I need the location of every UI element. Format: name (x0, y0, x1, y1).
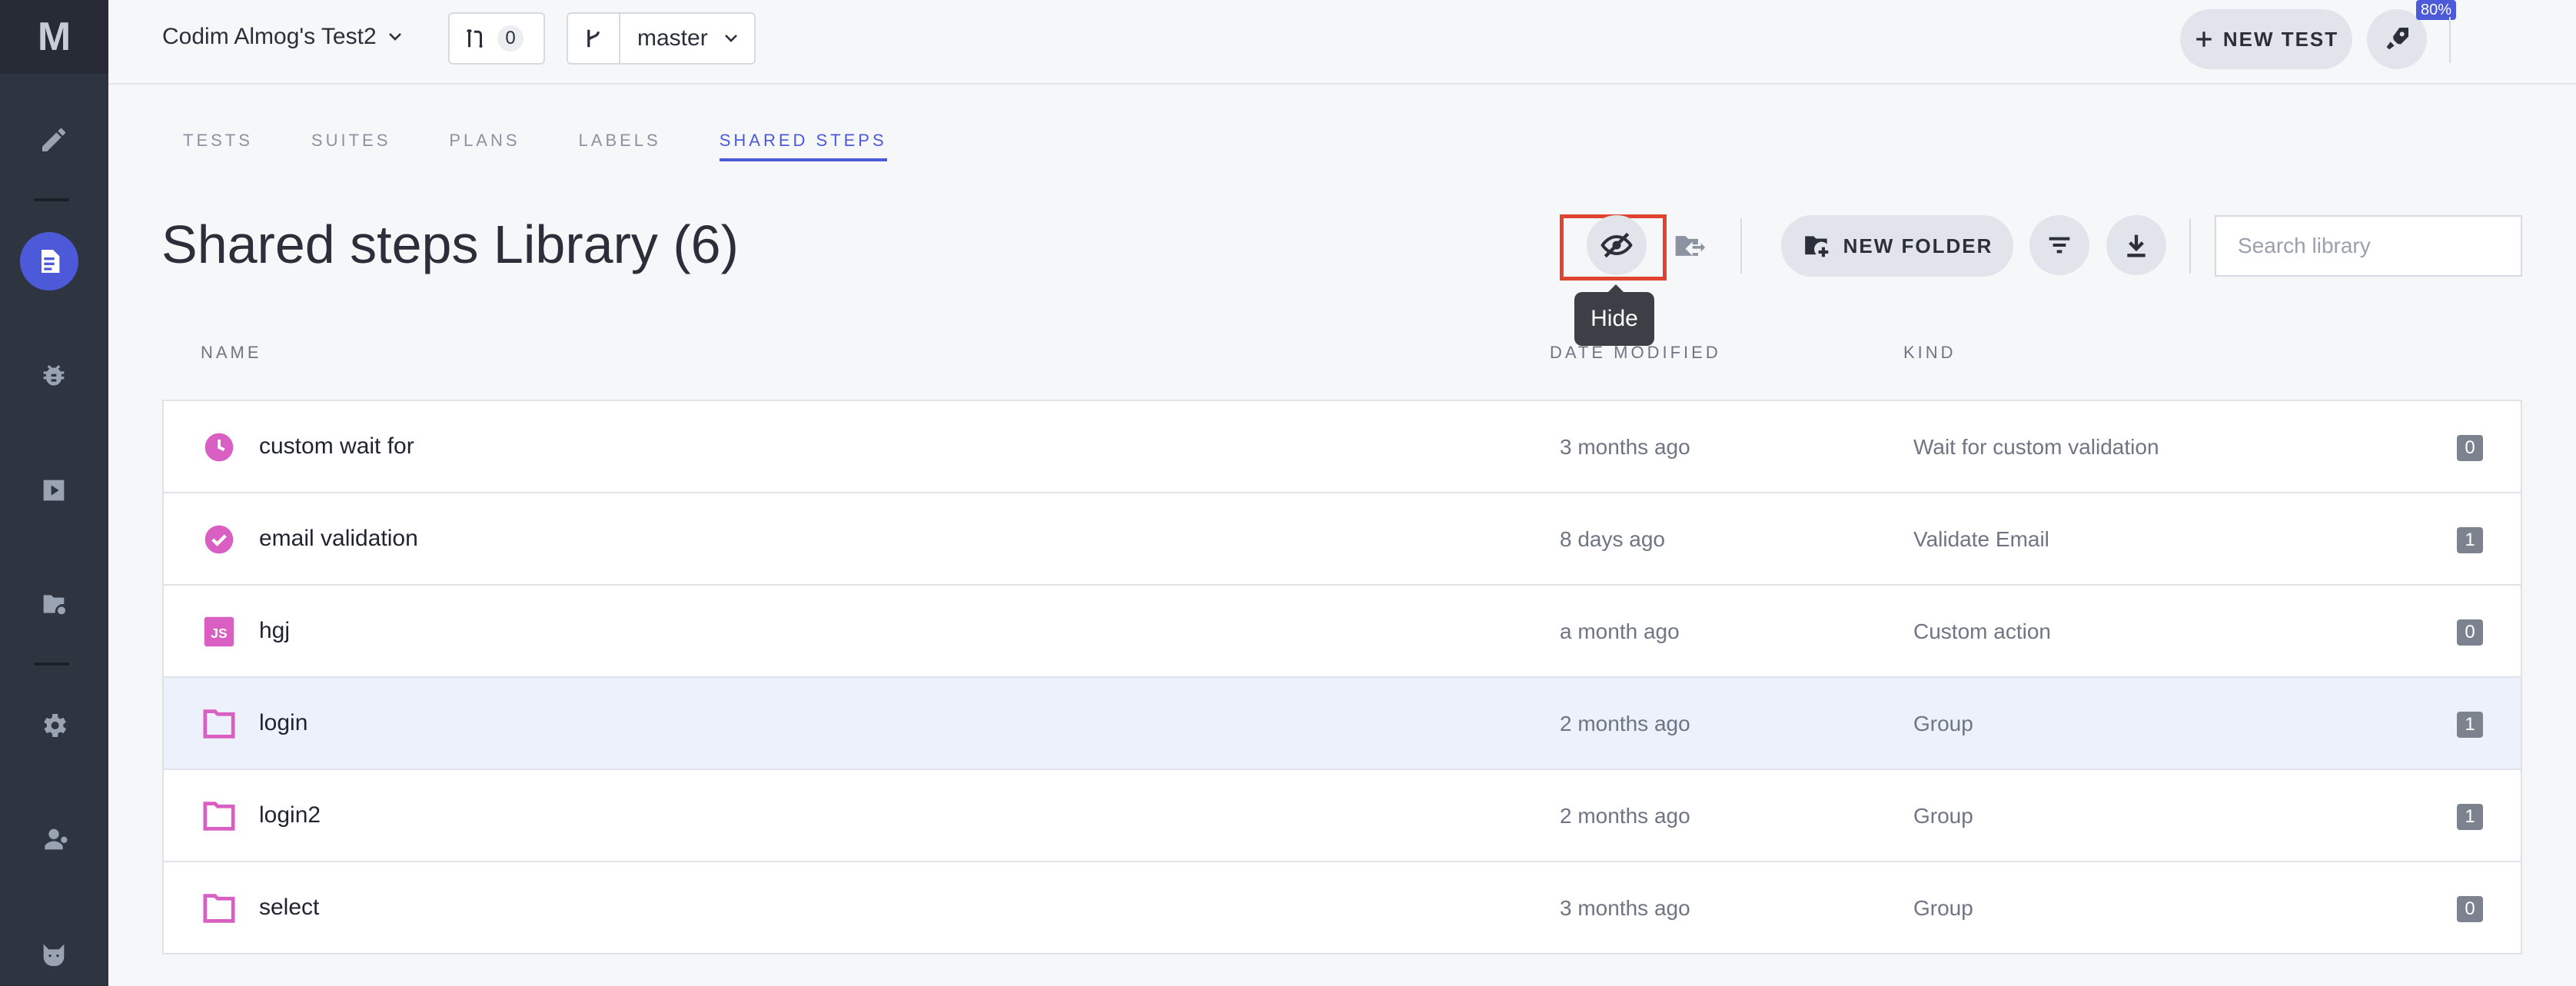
check-circle-icon (202, 523, 236, 556)
divider (2189, 218, 2191, 274)
rocket-icon (2386, 28, 2408, 50)
row-kind: Group (1913, 896, 1973, 920)
row-date: 2 months ago (1560, 804, 1690, 828)
clock-icon (202, 430, 236, 464)
divider (2449, 17, 2451, 63)
sidebar: M (0, 0, 108, 986)
table-row[interactable]: custom wait for 3 months ago Wait for cu… (164, 401, 2521, 493)
gear-icon[interactable] (31, 702, 77, 749)
row-name: login2 (259, 802, 321, 828)
filter-icon (2049, 237, 2070, 254)
eye-off-icon (1600, 232, 1633, 258)
hide-tooltip: Hide (1574, 284, 1654, 346)
row-name: hgj (259, 618, 291, 643)
row-count: 0 (2457, 619, 2483, 646)
table-row[interactable]: email validation 8 days ago Validate Ema… (164, 493, 2521, 586)
plus-icon (2196, 32, 2212, 47)
row-kind: Group (1913, 804, 1973, 828)
folder-move-icon (1675, 236, 1706, 256)
table-row[interactable]: JS hgj a month ago Custom action 0 (164, 586, 2521, 678)
branch-name: master (637, 25, 708, 51)
table-row[interactable]: login2 2 months ago Group 1 (164, 770, 2521, 862)
hide-button[interactable] (1587, 215, 1647, 275)
row-count: 1 (2457, 712, 2483, 738)
branch-icon (568, 14, 620, 63)
new-folder-button[interactable]: NEW FOLDER (1781, 215, 2013, 277)
pencil-icon[interactable] (31, 117, 77, 163)
row-count: 0 (2457, 896, 2483, 922)
table-row[interactable]: login 2 months ago Group 1 (164, 678, 2521, 770)
filter-button[interactable] (2029, 215, 2089, 275)
column-header-date[interactable]: DATE MODIFIED (1550, 343, 1721, 363)
shared-steps-table: custom wait for 3 months ago Wait for cu… (162, 400, 2522, 954)
pull-requests-button[interactable]: 0 (448, 12, 545, 65)
users-icon[interactable] (31, 816, 77, 862)
new-test-button[interactable]: NEW TEST (2180, 9, 2352, 69)
folder-icon (202, 707, 236, 741)
download-icon (2127, 234, 2146, 257)
row-count: 1 (2457, 527, 2483, 553)
row-date: 3 months ago (1560, 435, 1690, 459)
chevron-down-icon (388, 33, 401, 41)
row-kind: Custom action (1913, 619, 2051, 643)
folder-icon (202, 799, 236, 833)
folder-gear-icon[interactable] (31, 581, 77, 627)
row-kind: Wait for custom validation (1913, 435, 2159, 459)
tab-plans[interactable]: PLANS (449, 131, 520, 161)
row-count: 0 (2457, 435, 2483, 461)
tab-suites[interactable]: SUITES (311, 131, 391, 161)
tab-tests[interactable]: TESTS (183, 131, 253, 161)
page-title: Shared steps Library (6) (161, 214, 739, 274)
column-header-kind[interactable]: KIND (1903, 343, 1956, 363)
row-date: 3 months ago (1560, 896, 1690, 920)
bug-icon[interactable] (31, 354, 77, 400)
divider (1740, 218, 1742, 274)
row-date: 8 days ago (1560, 527, 1665, 551)
svg-text:JS: JS (211, 626, 227, 641)
table-row[interactable]: select 3 months ago Group 0 (164, 862, 2521, 954)
tab-labels[interactable]: LABELS (579, 131, 661, 161)
project-name: Codim Almog's Test2 (162, 24, 377, 49)
app-logo[interactable]: M (0, 0, 108, 74)
row-name: email validation (259, 526, 418, 551)
row-name: custom wait for (259, 433, 414, 459)
chevron-down-icon (724, 35, 737, 42)
document-icon[interactable] (20, 232, 78, 290)
top-bar: Codim Almog's Test2 0 master NEW TEST 80… (108, 0, 2576, 85)
pull-request-icon (466, 28, 483, 48)
row-date: a month ago (1560, 619, 1680, 643)
branch-selector[interactable]: master (567, 12, 756, 65)
row-name: select (259, 895, 320, 920)
js-icon: JS (202, 615, 236, 649)
sidebar-divider (34, 198, 69, 201)
cat-icon[interactable] (31, 931, 77, 978)
tab-shared-steps[interactable]: SHARED STEPS (719, 131, 887, 161)
download-button[interactable] (2106, 215, 2166, 275)
row-date: 2 months ago (1560, 712, 1690, 735)
folder-icon (202, 891, 236, 925)
project-selector[interactable]: Codim Almog's Test2 (162, 22, 404, 52)
move-folder-button[interactable] (1665, 221, 1714, 271)
row-kind: Group (1913, 712, 1973, 735)
play-icon[interactable] (31, 467, 77, 513)
row-kind: Validate Email (1913, 527, 2049, 551)
pr-count: 0 (497, 25, 524, 51)
sidebar-divider (34, 662, 69, 666)
folder-plus-icon (1804, 236, 1828, 257)
search-input[interactable] (2215, 215, 2522, 277)
tab-bar: TESTS SUITES PLANS LABELS SHARED STEPS (183, 131, 946, 161)
column-header-name[interactable]: NAME (201, 343, 262, 363)
row-count: 1 (2457, 804, 2483, 830)
row-name: login (259, 710, 308, 735)
